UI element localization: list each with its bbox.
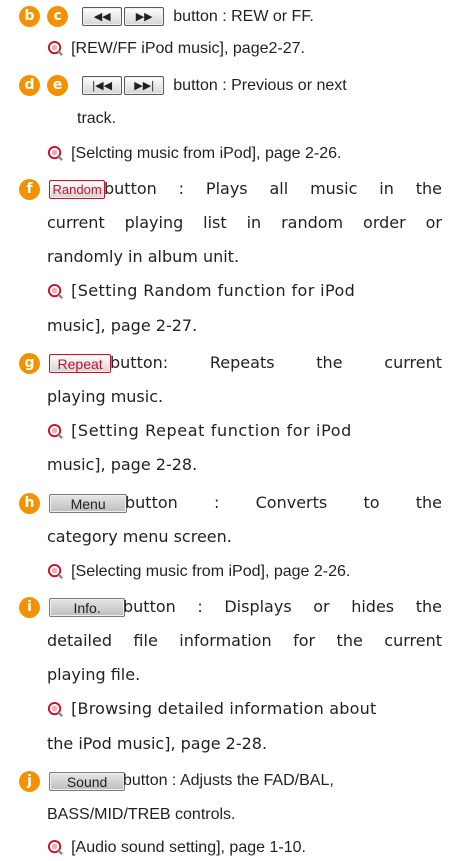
sound-desc-1: button : Adjusts the FAD/BAL, [123,772,334,789]
magnifier-reference-icon [47,145,63,161]
marker-j: j [19,771,40,792]
ref-text: [Selecting music from iPod], page 2-26. [71,563,351,580]
random-button: Random [49,180,106,199]
prev-next-desc-1: button : Previous or next [173,77,347,94]
item-sound: j Sound [19,770,126,792]
repeat-button: Repeat [49,354,112,373]
random-desc-2: current playing list in random order or [47,213,442,232]
rew-ff-desc: button : REW or FF. [173,8,314,25]
marker-g: g [19,353,40,374]
ref-text: [Setting Random function for iPod [71,281,356,300]
ref-rew-ff: [REW/FF iPod music], page2-27. [47,37,305,60]
repeat-desc-1: button: Repeats the current [110,353,442,372]
ff-button: ▶▶ [124,7,165,26]
next-track-button: ▶▶| [124,76,165,95]
info-desc-3: playing file. [47,665,141,684]
marker-d: d [19,75,40,96]
ref-info: [Browsing detailed information about [47,698,442,720]
menu-desc-2: category menu screen. [47,527,232,546]
magnifier-reference-icon [47,283,63,299]
ref-random-2: music], page 2-27. [47,316,198,335]
ref-menu: [Selecting music from iPod], page 2-26. [47,560,350,583]
menu-button: Menu [49,494,128,513]
item-prev-next: d e |◀◀ ▶▶| button : Previous or next [19,74,347,97]
info-button: Info. [49,598,126,617]
ref-random: [Setting Random function for iPod [47,280,442,302]
info-desc-2: detailed file information for the curren… [47,631,442,650]
item-random: f Random [19,178,106,200]
sound-desc-2: BASS/MID/TREB controls. [47,806,236,823]
ref-text: [Browsing detailed information about [71,699,377,718]
magnifier-reference-icon [47,40,63,56]
marker-e: e [47,75,69,96]
ref-text: [Selcting music from iPod], page 2-26. [71,145,342,162]
marker-f: f [19,179,40,200]
ref-sound: [Audio sound setting], page 1-10. [47,836,306,859]
marker-h: h [19,493,40,514]
sound-button: Sound [49,772,126,791]
ref-repeat: [Setting Repeat function for iPod [47,420,442,442]
ref-text: [Setting Repeat function for iPod [71,421,352,440]
magnifier-reference-icon [47,701,63,717]
ref-text: [Audio sound setting], page 1-10. [71,839,306,856]
rew-button: ◀◀ [82,7,123,26]
ref-repeat-2: music], page 2-28. [47,455,198,474]
ref-text: [REW/FF iPod music], page2-27. [71,40,305,57]
marker-i: i [19,597,40,618]
repeat-desc-2: playing music. [47,387,164,406]
marker-b: b [19,6,40,27]
magnifier-reference-icon [47,839,63,855]
random-desc-1: button : Plays all music in the [104,179,442,198]
info-desc-1: button : Displays or hides the [123,597,442,616]
item-rew-ff: b c ◀◀ ▶▶ button : REW or FF. [19,5,314,28]
item-repeat: g Repeat [19,352,112,374]
menu-desc-1: button : Converts to the [125,493,442,512]
ref-info-2: the iPod music], page 2-28. [47,734,268,753]
ref-prev-next: [Selcting music from iPod], page 2-26. [47,142,341,165]
marker-c: c [47,6,69,27]
random-desc-3: randomly in album unit. [47,247,240,266]
magnifier-reference-icon [47,563,63,579]
item-info: i Info. [19,596,126,618]
prev-next-desc-2: track. [77,110,117,127]
previous-track-button: |◀◀ [82,76,123,95]
item-menu: h Menu [19,492,128,514]
magnifier-reference-icon [47,423,63,439]
